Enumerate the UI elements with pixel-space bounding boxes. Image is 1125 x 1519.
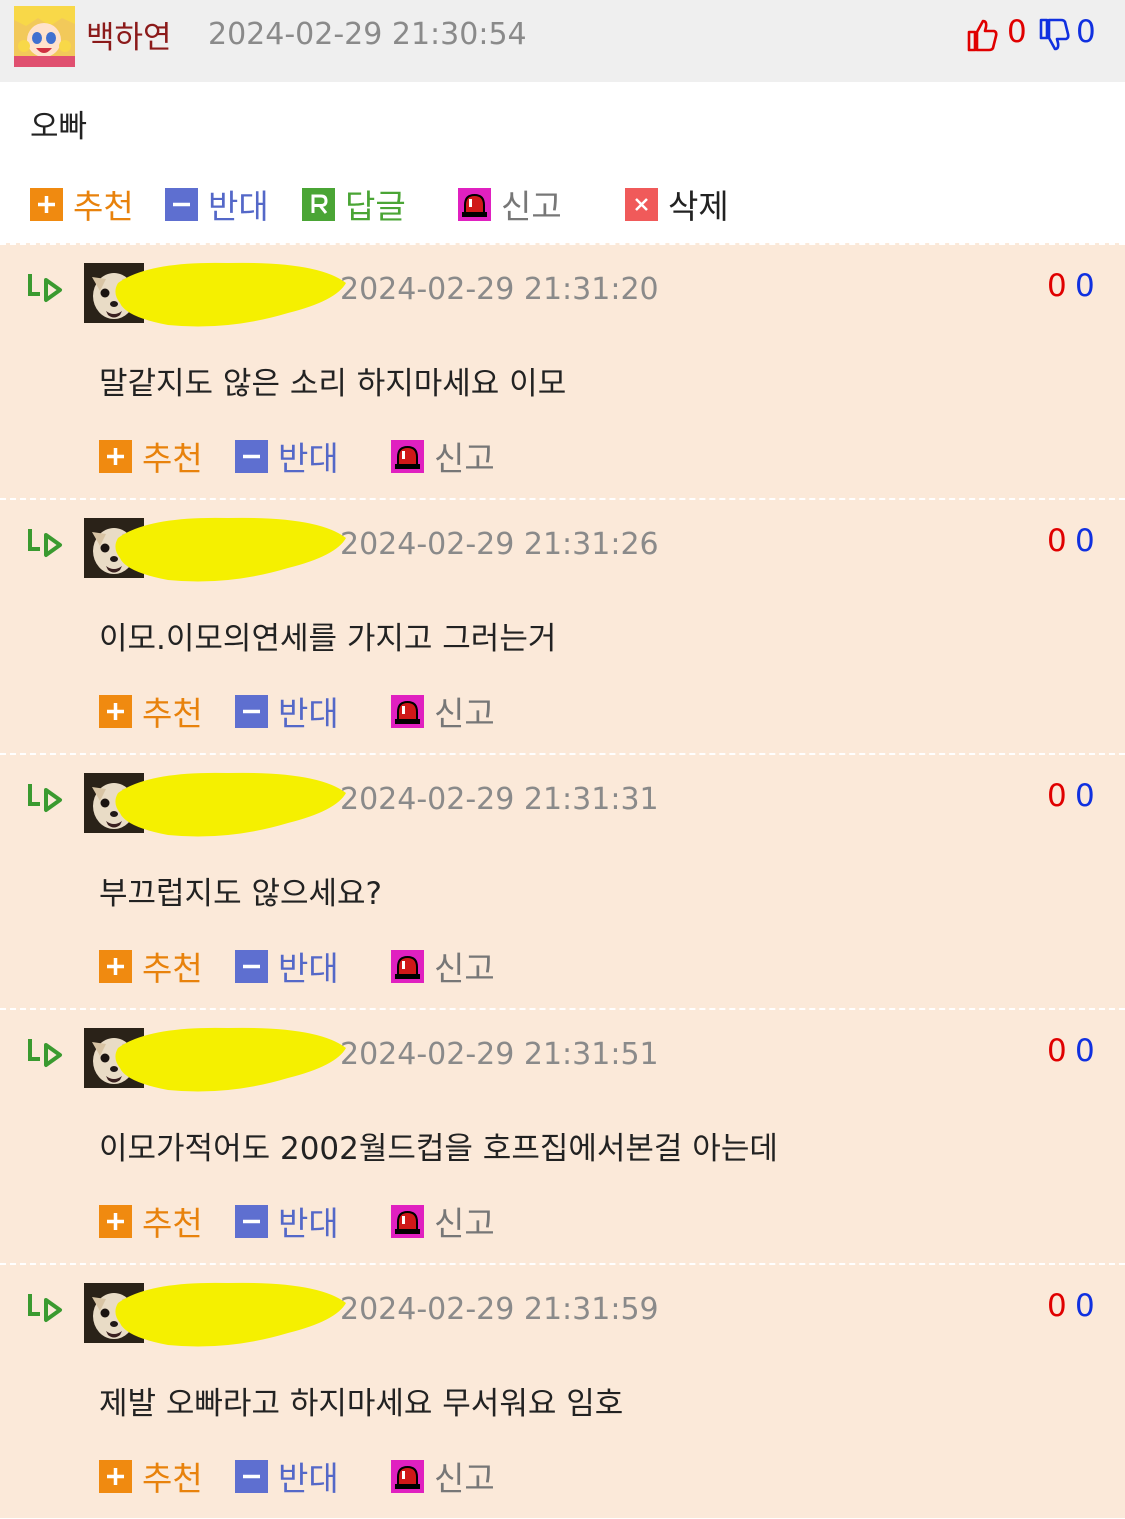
- plus-icon: [99, 440, 132, 473]
- reply-like-count: 0: [1047, 268, 1067, 304]
- oppose-label: 반대: [208, 187, 269, 226]
- plus-icon: [99, 695, 132, 728]
- report-label: 신고: [434, 694, 495, 733]
- redacted-nickname: [115, 772, 346, 837]
- reply-arrow-icon: [28, 529, 62, 557]
- recommend-label: 추천: [142, 439, 203, 478]
- recommend-label: 추천: [142, 694, 203, 733]
- reply-arrow-icon: [28, 1294, 62, 1322]
- oppose-label: 반대: [278, 1204, 339, 1243]
- reply-arrow-icon: [28, 1039, 62, 1067]
- siren-icon: [391, 695, 424, 728]
- siren-icon: [391, 950, 424, 983]
- author-name[interactable]: 백하연: [86, 12, 172, 57]
- minus-icon: [235, 950, 268, 983]
- reply-r-icon: [302, 188, 335, 221]
- redacted-nickname: [115, 517, 346, 582]
- reply-dislike-count: 0: [1075, 1033, 1095, 1069]
- minus-icon: [235, 695, 268, 728]
- recommend-label: 추천: [142, 1459, 203, 1498]
- report-label: 신고: [434, 1204, 495, 1243]
- minus-icon: [235, 1460, 268, 1493]
- plus-icon: [99, 950, 132, 983]
- report-label: 신고: [434, 1459, 495, 1498]
- siren-icon: [458, 188, 491, 221]
- reply-datetime: 2024-02-29 21:31:51: [340, 1037, 659, 1072]
- reply-dislike-count: 0: [1075, 1288, 1095, 1324]
- reply-item: 2024-02-29 21:31:51 0 0 이모가적어도 2002월드컵을 …: [0, 1008, 1125, 1263]
- report-label: 신고: [434, 949, 495, 988]
- reply-arrow-icon: [28, 274, 62, 302]
- author-avatar[interactable]: [14, 6, 75, 67]
- reply-dislike-count: 0: [1075, 523, 1095, 559]
- thumbs-up-icon[interactable]: [966, 18, 998, 52]
- delete-x-icon: [625, 188, 658, 221]
- reply-dislike-count: 0: [1075, 268, 1095, 304]
- report-label: 신고: [501, 187, 562, 226]
- oppose-label: 반대: [278, 694, 339, 733]
- reply-item: 2024-02-29 21:31:31 0 0 부끄럽지도 않으세요? 추천 반…: [0, 753, 1125, 1008]
- minus-icon: [235, 440, 268, 473]
- reply-body: 부끄럽지도 않으세요?: [99, 876, 382, 912]
- reply-item: 2024-02-29 21:31:20 0 0 말같지도 않은 소리 하지마세요…: [0, 243, 1125, 498]
- thumbs-down-icon[interactable]: [1038, 18, 1070, 52]
- reply-datetime: 2024-02-29 21:31:31: [340, 782, 659, 817]
- recommend-label: 추천: [73, 187, 134, 226]
- reply-like-count: 0: [1047, 523, 1067, 559]
- reply-body: 이모가적어도 2002월드컵을 호프집에서본걸 아는데: [99, 1131, 778, 1167]
- minus-icon: [165, 188, 198, 221]
- minus-icon: [235, 1205, 268, 1238]
- siren-icon: [391, 440, 424, 473]
- reply-label: 답글: [345, 187, 406, 226]
- reply-datetime: 2024-02-29 21:31:59: [340, 1292, 659, 1327]
- reply-like-count: 0: [1047, 1033, 1067, 1069]
- reply-datetime: 2024-02-29 21:31:26: [340, 527, 659, 562]
- like-count: 0: [1007, 14, 1027, 50]
- redacted-nickname: [115, 262, 346, 327]
- reply-like-count: 0: [1047, 1288, 1067, 1324]
- comment-body: 오빠: [30, 109, 88, 145]
- recommend-label: 추천: [142, 1204, 203, 1243]
- comment-datetime: 2024-02-29 21:30:54: [208, 17, 527, 52]
- reply-body: 이모.이모의연세를 가지고 그러는거: [99, 621, 557, 657]
- plus-icon: [99, 1205, 132, 1238]
- siren-icon: [391, 1460, 424, 1493]
- reply-item: 2024-02-29 21:31:59 0 0 제발 오빠라고 하지마세요 무서…: [0, 1263, 1125, 1518]
- oppose-label: 반대: [278, 1459, 339, 1498]
- reply-body: 말같지도 않은 소리 하지마세요 이모: [99, 366, 567, 402]
- redacted-nickname: [115, 1027, 346, 1092]
- main-comment-header: 백하연 2024-02-29 21:30:54 0 0: [0, 0, 1125, 82]
- redacted-nickname: [115, 1282, 346, 1347]
- plus-icon: [30, 188, 63, 221]
- reply-datetime: 2024-02-29 21:31:20: [340, 272, 659, 307]
- reply-arrow-icon: [28, 784, 62, 812]
- oppose-label: 반대: [278, 439, 339, 478]
- reply-dislike-count: 0: [1075, 778, 1095, 814]
- report-label: 신고: [434, 439, 495, 478]
- reply-body: 제발 오빠라고 하지마세요 무서워요 임호: [99, 1386, 624, 1422]
- siren-icon: [391, 1205, 424, 1238]
- plus-icon: [99, 1460, 132, 1493]
- delete-label: 삭제: [668, 187, 729, 226]
- recommend-label: 추천: [142, 949, 203, 988]
- reply-item: 2024-02-29 21:31:26 0 0 이모.이모의연세를 가지고 그러…: [0, 498, 1125, 753]
- dislike-count: 0: [1076, 14, 1096, 50]
- reply-like-count: 0: [1047, 778, 1067, 814]
- oppose-label: 반대: [278, 949, 339, 988]
